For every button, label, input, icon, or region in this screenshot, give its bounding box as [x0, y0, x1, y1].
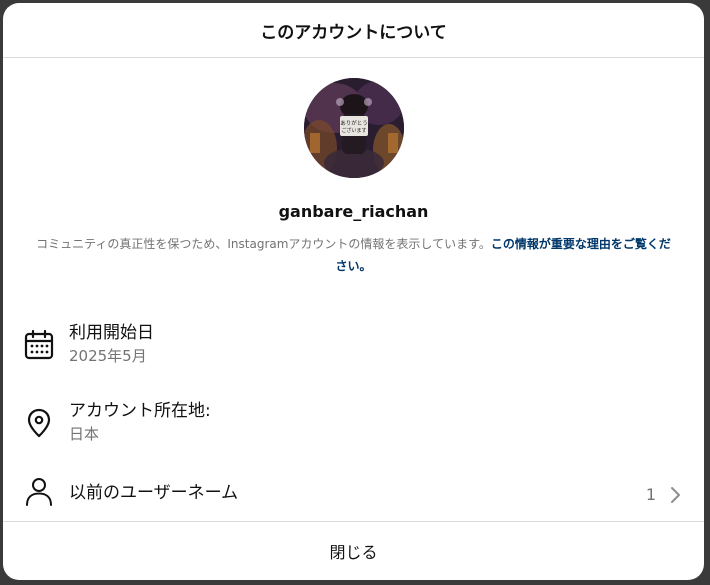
location-value: 日本 — [69, 425, 100, 443]
description-text: コミュニティの真正性を保つため、Instagramアカウントの情報を表示していま… — [36, 237, 491, 251]
svg-text:ありがとう: ありがとう — [340, 119, 368, 127]
location-pin-icon — [23, 407, 55, 439]
chevron-right-icon — [668, 485, 682, 505]
svg-text:ございます: ございます — [341, 127, 366, 134]
close-button[interactable]: 閉じる — [3, 521, 704, 580]
avatar-container: ありがとう ございます — [3, 78, 704, 178]
former-usernames-text: 以前のユーザーネーム — [69, 481, 238, 505]
dialog-title: このアカウントについて — [260, 22, 447, 43]
about-account-dialog: このアカウントについて ありがとう ございます ganbare_riachan … — [3, 3, 704, 580]
person-icon — [23, 475, 55, 507]
location-text: アカウント所在地: 日本 — [69, 399, 211, 445]
account-username: ganbare_riachan — [278, 202, 429, 221]
avatar: ありがとう ございます — [303, 78, 404, 178]
close-button-label: 閉じる — [329, 543, 378, 562]
former-usernames-label: 以前のユーザーネーム — [69, 483, 239, 503]
joined-text: 利用開始日 2025年5月 — [69, 321, 154, 367]
dialog-header: このアカウントについて — [3, 3, 704, 58]
former-usernames-count: 1 — [645, 485, 656, 504]
calendar-icon — [23, 329, 55, 361]
joined-value: 2025年5月 — [69, 347, 147, 365]
location-label: アカウント所在地: — [69, 401, 211, 421]
former-usernames-row[interactable]: 以前のユーザーネーム 1 — [3, 473, 704, 513]
joined-label: 利用開始日 — [69, 323, 154, 343]
account-info-description: コミュニティの真正性を保つため、Instagramアカウントの情報を表示していま… — [34, 233, 674, 277]
